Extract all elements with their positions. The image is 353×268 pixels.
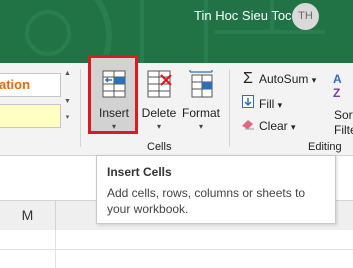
format-cells-icon xyxy=(189,70,213,98)
chevron-down-icon: ▾ xyxy=(311,75,317,85)
fill-button[interactable]: Fill ▾ xyxy=(241,95,282,111)
delete-cells-icon xyxy=(147,70,172,98)
sort-az-icon: A Z xyxy=(333,72,342,100)
autosum-label: AutoSum xyxy=(259,72,309,86)
cell-style-calculation[interactable]: ation xyxy=(0,73,61,97)
filter-label: Filte xyxy=(334,123,353,137)
cell-style-check-cell[interactable] xyxy=(0,104,61,128)
fill-label: Fill xyxy=(259,97,275,111)
autosum-button[interactable]: Σ AutoSum ▾ xyxy=(241,70,316,88)
format-button[interactable]: Format ▾ xyxy=(180,69,222,133)
group-separator xyxy=(229,69,230,147)
tooltip-body: Add cells, rows, columns or sheets to yo… xyxy=(107,186,306,216)
sort-label: Sort xyxy=(334,108,353,122)
editing-group-label: Editing xyxy=(308,141,342,153)
avatar[interactable]: TH xyxy=(292,3,319,30)
styles-scroll-down-icon[interactable]: ▼ xyxy=(63,98,72,105)
insert-button[interactable]: Insert ▾ xyxy=(92,69,136,133)
background-pattern xyxy=(25,10,71,56)
clear-label: Clear xyxy=(259,119,288,133)
svg-text:Z: Z xyxy=(333,86,340,100)
gridline xyxy=(0,249,353,250)
styles-more-icon[interactable]: ▾ xyxy=(63,113,72,121)
svg-text:A: A xyxy=(333,72,342,86)
chevron-down-icon: ▾ xyxy=(111,122,116,131)
clear-button[interactable]: Clear ▾ xyxy=(241,118,296,133)
chevron-down-icon: ▾ xyxy=(156,122,161,131)
delete-label: Delete xyxy=(141,106,177,120)
insert-label: Insert xyxy=(98,106,129,120)
group-separator xyxy=(80,69,81,147)
autosum-icon: Σ xyxy=(243,70,253,87)
column-header-m[interactable]: M xyxy=(0,201,56,230)
tooltip-title: Insert Cells xyxy=(107,165,172,179)
styles-scroll-up-icon[interactable]: ▲ xyxy=(63,70,72,77)
gridline xyxy=(55,230,56,268)
insert-cells-icon xyxy=(102,70,126,98)
chevron-down-icon: ▾ xyxy=(198,122,203,131)
fill-down-icon xyxy=(241,95,255,111)
eraser-icon xyxy=(241,118,255,133)
background-pattern xyxy=(215,30,325,34)
chevron-down-icon: ▾ xyxy=(291,122,296,132)
chevron-down-icon: ▾ xyxy=(277,100,283,110)
insert-cells-tooltip: Insert Cells Add cells, rows, columns or… xyxy=(96,155,336,224)
cell-grid[interactable] xyxy=(0,230,353,268)
account-name[interactable]: Tin Hoc Sieu Toc xyxy=(194,8,292,23)
delete-button[interactable]: Delete ▾ xyxy=(140,69,178,133)
cells-group-label: Cells xyxy=(147,141,172,153)
format-label: Format xyxy=(181,106,220,120)
title-bar: Tin Hoc Sieu Toc TH xyxy=(0,0,353,63)
cell-style-label: ation xyxy=(0,77,31,92)
